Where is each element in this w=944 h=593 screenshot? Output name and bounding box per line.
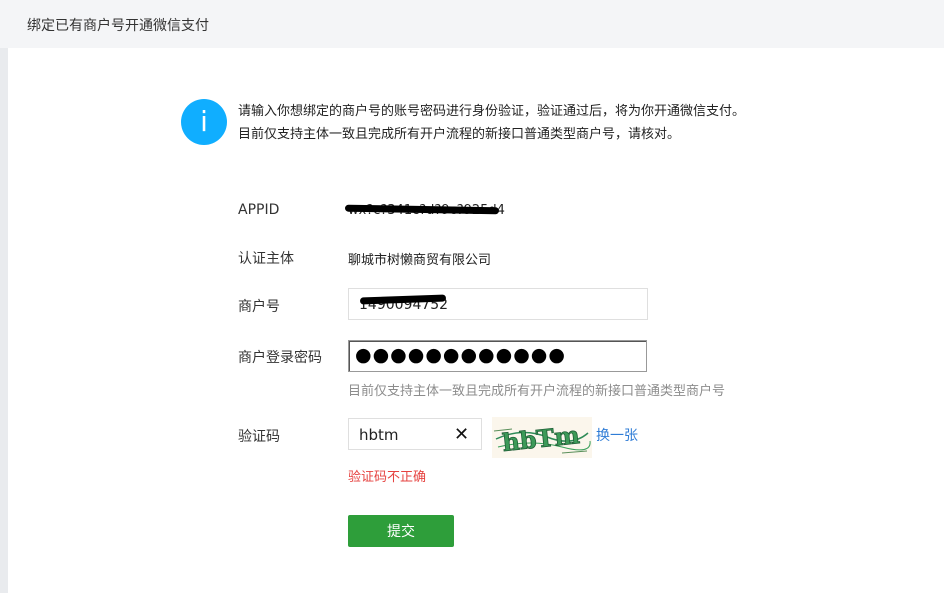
info-icon: i <box>181 99 227 145</box>
entity-label: 认证主体 <box>238 251 294 267</box>
left-sidebar-edge <box>0 0 8 593</box>
merchant-input[interactable]: 1490094752 <box>348 288 648 320</box>
notice-text: 请输入你想绑定的商户号的账号密码进行身份验证，验证通过后，将为你开通微信支付。 … <box>238 100 745 146</box>
refresh-captcha-link[interactable]: 换一张 <box>596 425 638 445</box>
captcha-label: 验证码 <box>238 429 280 445</box>
password-input[interactable]: ●●●●●●●●●●●● <box>348 340 647 372</box>
appid-label: APPID <box>238 202 280 218</box>
captcha-input-value: hbtm <box>359 426 399 444</box>
password-label: 商户登录密码 <box>238 350 322 366</box>
captcha-image-text: hbTm <box>501 420 581 457</box>
password-masked-value: ●●●●●●●●●●●● <box>355 344 566 366</box>
submit-button[interactable]: 提交 <box>348 515 454 547</box>
close-icon[interactable]: ✕ <box>454 424 469 445</box>
merchant-label: 商户号 <box>238 299 280 315</box>
page-title: 绑定已有商户号开通微信支付 <box>27 18 209 34</box>
page-header: 绑定已有商户号开通微信支付 <box>0 0 944 48</box>
notice-line-2: 目前仅支持主体一致且完成所有开户流程的新接口普通类型商户号，请核对。 <box>238 127 681 142</box>
captcha-image[interactable]: hbTm <box>492 417 592 458</box>
captcha-graphic: hbTm <box>493 420 591 457</box>
notice-line-1: 请输入你想绑定的商户号的账号密码进行身份验证，验证通过后，将为你开通微信支付。 <box>238 104 746 119</box>
captcha-input[interactable]: hbtm ✕ <box>348 418 482 450</box>
password-hint: 目前仅支持主体一致且完成所有开户流程的新接口普通类型商户号 <box>348 384 726 399</box>
entity-value: 聊城市树懒商贸有限公司 <box>348 253 492 268</box>
captcha-error-message: 验证码不正确 <box>348 470 427 485</box>
